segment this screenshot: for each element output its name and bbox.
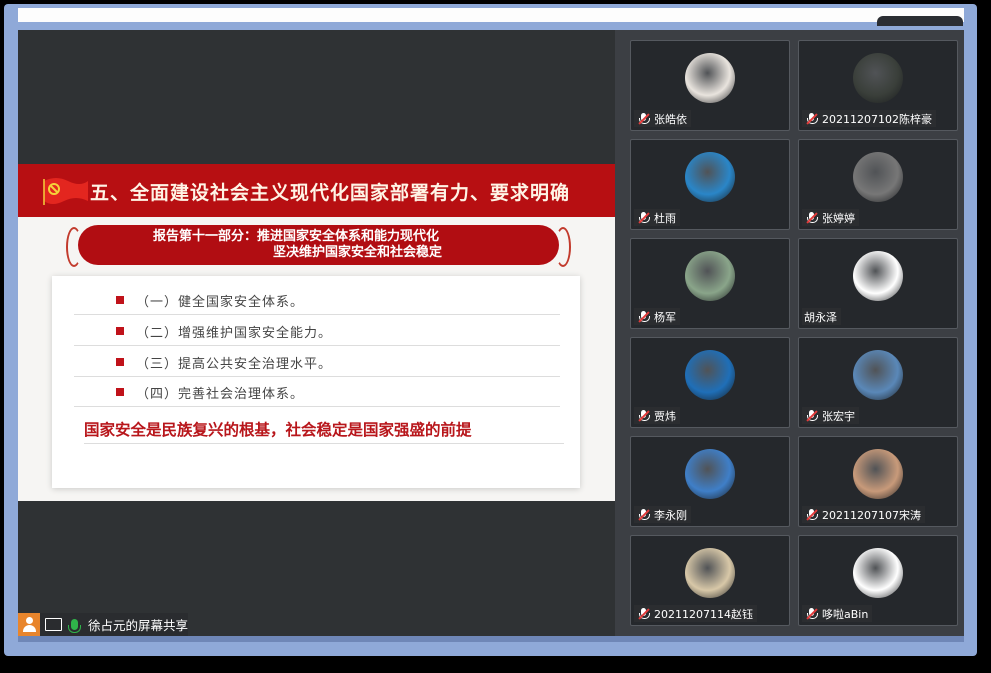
palace-avatar [685, 449, 735, 499]
participant-tile[interactable]: 张宏宇 [798, 337, 958, 428]
bullet-icon [116, 358, 124, 366]
mic-muted-icon [804, 112, 818, 126]
mic-muted-icon [636, 310, 650, 324]
mic-muted-icon [636, 211, 650, 225]
mic-muted-icon [804, 211, 818, 225]
banner-line-1: 报告第十一部分：推进国家安全体系和能力现代化 [153, 229, 440, 244]
participant-tile[interactable]: 哆啦aBin [798, 535, 958, 626]
screen-share-icon [45, 618, 63, 631]
list-item: （三）提高公共安全治理水平。 [74, 348, 560, 377]
banner-line-2: 坚决维护国家安全和社会稳定 [273, 245, 443, 260]
list-item-text: （四）完善社会治理体系。 [136, 387, 305, 402]
list-item: （四）完善社会治理体系。 [74, 378, 560, 407]
bullet-icon [116, 327, 124, 335]
list-item-text: （一）健全国家安全体系。 [136, 295, 305, 310]
laurel-right-icon [555, 227, 571, 267]
participant-name-tag: 杜雨 [634, 209, 680, 226]
mic-muted-icon [804, 409, 818, 423]
participant-name: 贾炜 [654, 409, 676, 423]
participant-tile[interactable]: 李永刚 [630, 436, 790, 527]
sky-avatar [685, 152, 735, 202]
participant-name: 张婷婷 [822, 211, 855, 225]
participant-name-tag: 20211207114赵钰 [634, 605, 757, 622]
slide-title: 五、全面建设社会主义现代化国家部署有力、要求明确 [90, 182, 571, 204]
participant-name-tag: 20211207102陈梓豪 [802, 110, 936, 127]
party-flag-icon [43, 178, 88, 205]
toy-avatar [685, 548, 735, 598]
participant-tile[interactable]: 张皓依 [630, 40, 790, 131]
dog-avatar [853, 350, 903, 400]
participant-name: 张皓依 [654, 112, 687, 126]
mic-muted-icon [636, 409, 650, 423]
user-icon[interactable] [18, 613, 41, 636]
mic-muted-icon [804, 607, 818, 621]
bullet-icon [116, 296, 124, 304]
cartoon-avatar [853, 251, 903, 301]
mic-icon [68, 619, 81, 633]
screen-share-label: 徐占元的屏幕共享 [87, 618, 188, 633]
mic-muted-icon [804, 508, 818, 522]
participant-tile[interactable]: 杨军 [630, 238, 790, 329]
participant-tile[interactable]: 20211207114赵钰 [630, 535, 790, 626]
top-tab[interactable] [877, 16, 963, 26]
participant-name: 20211207114赵钰 [654, 607, 753, 621]
participant-name: 20211207102陈梓豪 [822, 112, 932, 126]
child-avatar [853, 449, 903, 499]
participant-tile[interactable]: 贾炜 [630, 337, 790, 428]
list-item: （一）健全国家安全体系。 [74, 286, 560, 315]
participant-name: 20211207107宋涛 [822, 508, 921, 522]
participant-name-tag: 张皓依 [634, 110, 691, 127]
slide-header: 五、全面建设社会主义现代化国家部署有力、要求明确 [18, 164, 615, 217]
bottom-border [18, 636, 964, 642]
list-item: （二）增强维护国家安全能力。 [74, 317, 560, 346]
list-item-text: （三）提高公共安全治理水平。 [136, 357, 333, 372]
participant-name: 杜雨 [654, 211, 676, 225]
mic-muted-icon [636, 607, 650, 621]
presentation-slide: 五、全面建设社会主义现代化国家部署有力、要求明确 报告第十一部分：推进国家安全体… [18, 164, 615, 501]
participant-name-tag: 哆啦aBin [802, 605, 873, 622]
top-bar [18, 8, 964, 22]
participant-name-tag: 张宏宇 [802, 407, 859, 424]
content-card: （一）健全国家安全体系。 （二）增强维护国家安全能力。 （三）提高公共安全治理水… [52, 276, 580, 488]
bullet-icon [116, 388, 124, 396]
doraemon-avatar [853, 548, 903, 598]
participant-name: 哆啦aBin [822, 607, 869, 621]
participant-name: 杨军 [654, 310, 676, 324]
participant-name-tag: 李永刚 [634, 506, 691, 523]
jumpman-avatar [685, 350, 735, 400]
screen-share-indicator[interactable]: 徐占元的屏幕共享 [18, 613, 188, 636]
car-avatar [853, 53, 903, 103]
participant-name-tag: 杨军 [634, 308, 680, 325]
participant-tile[interactable]: 20211207107宋涛 [798, 436, 958, 527]
list-item-text: （二）增强维护国家安全能力。 [136, 326, 333, 341]
participant-name: 胡永泽 [804, 310, 837, 324]
banner-pill: 报告第十一部分：推进国家安全体系和能力现代化 坚决维护国家安全和社会稳定 [78, 225, 559, 265]
cat-avatar [685, 53, 735, 103]
tree-avatar [685, 251, 735, 301]
participant-name-tag: 胡永泽 [802, 308, 841, 325]
participant-name-tag: 张婷婷 [802, 209, 859, 226]
participant-name-tag: 贾炜 [634, 407, 680, 424]
participant-tile[interactable]: 张婷婷 [798, 139, 958, 230]
slide-quote: 国家安全是民族复兴的根基，社会稳定是国家强盛的前提 [84, 418, 564, 444]
people-avatar [853, 152, 903, 202]
mic-muted-icon [636, 508, 650, 522]
shared-screen: 五、全面建设社会主义现代化国家部署有力、要求明确 报告第十一部分：推进国家安全体… [18, 30, 615, 636]
participant-tile[interactable]: 胡永泽 [798, 238, 958, 329]
participant-name: 李永刚 [654, 508, 687, 522]
participant-tile[interactable]: 20211207102陈梓豪 [798, 40, 958, 131]
participant-name: 张宏宇 [822, 409, 855, 423]
participant-tile[interactable]: 杜雨 [630, 139, 790, 230]
participant-name-tag: 20211207107宋涛 [802, 506, 925, 523]
section-banner: 报告第十一部分：推进国家安全体系和能力现代化 坚决维护国家安全和社会稳定 [66, 225, 571, 267]
mic-muted-icon [636, 112, 650, 126]
